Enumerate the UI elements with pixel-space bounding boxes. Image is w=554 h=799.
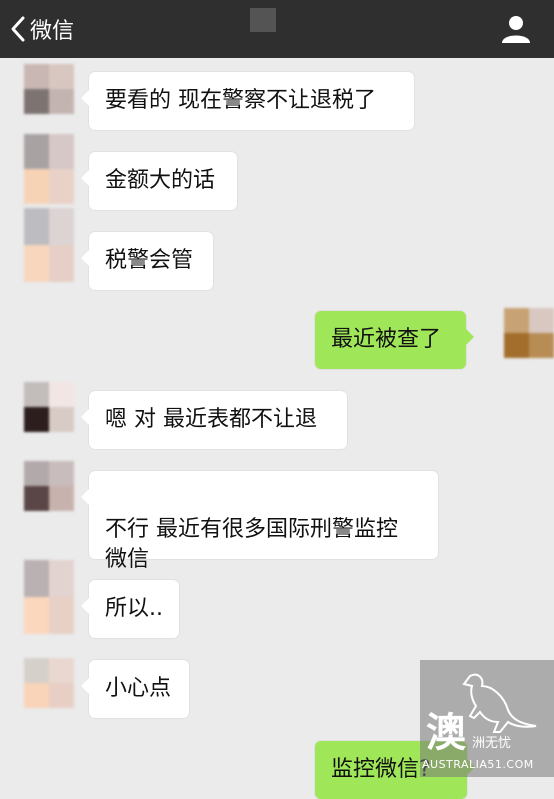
chat-title-obscured — [250, 8, 276, 32]
message-bubble[interactable]: 税警会管 — [81, 232, 213, 290]
message-bubble[interactable]: 所以.. — [81, 580, 179, 638]
message-bubble[interactable]: 要看的 现在警察不让退税了 — [81, 72, 414, 130]
avatar[interactable] — [24, 382, 74, 432]
watermark-logo: 澳 洲无忧 AUSTRALIA51.COM — [420, 660, 554, 777]
avatar[interactable] — [24, 64, 74, 114]
avatar[interactable] — [24, 208, 74, 282]
message-bubble[interactable]: 最近被查了 — [315, 311, 474, 369]
message-bubble[interactable]: 不行 最近有很多国际刑警监控 微信 — [81, 471, 438, 572]
message-text: 要看的 现在警察不让退税了 — [105, 88, 376, 113]
chevron-left-icon — [11, 16, 25, 42]
avatar[interactable] — [24, 461, 74, 511]
message-bubble[interactable]: 金额大的话 — [81, 152, 237, 210]
avatar[interactable] — [24, 134, 74, 204]
avatar[interactable] — [504, 308, 554, 358]
message-bubble[interactable]: 小心点 — [81, 660, 189, 718]
title-bar: 微信 — [0, 0, 554, 58]
profile-button[interactable] — [500, 14, 532, 44]
message-text: 所以.. — [105, 596, 163, 621]
message-text: 税警会管 — [105, 248, 194, 273]
message-text: 嗯 对 最近表都不让退 — [105, 407, 317, 432]
message-text: 小心点 — [105, 676, 172, 701]
watermark-domain: AUSTRALIA51.COM — [422, 758, 534, 771]
person-icon — [502, 16, 530, 43]
message-bubble[interactable]: 嗯 对 最近表都不让退 — [81, 391, 347, 449]
message-text: 不行 最近有很多国际刑警监控 微信 — [105, 517, 398, 572]
watermark-sub: 洲无忧 — [472, 736, 512, 751]
message-text: 金额大的话 — [105, 168, 216, 193]
back-button[interactable]: 微信 — [10, 12, 74, 46]
message-text: 最近被查了 — [331, 327, 442, 352]
back-label: 微信 — [30, 19, 75, 44]
watermark-char: 澳 — [426, 710, 466, 756]
avatar[interactable] — [24, 560, 74, 634]
message-text: 监控微信? — [331, 757, 431, 782]
avatar[interactable] — [24, 658, 74, 708]
